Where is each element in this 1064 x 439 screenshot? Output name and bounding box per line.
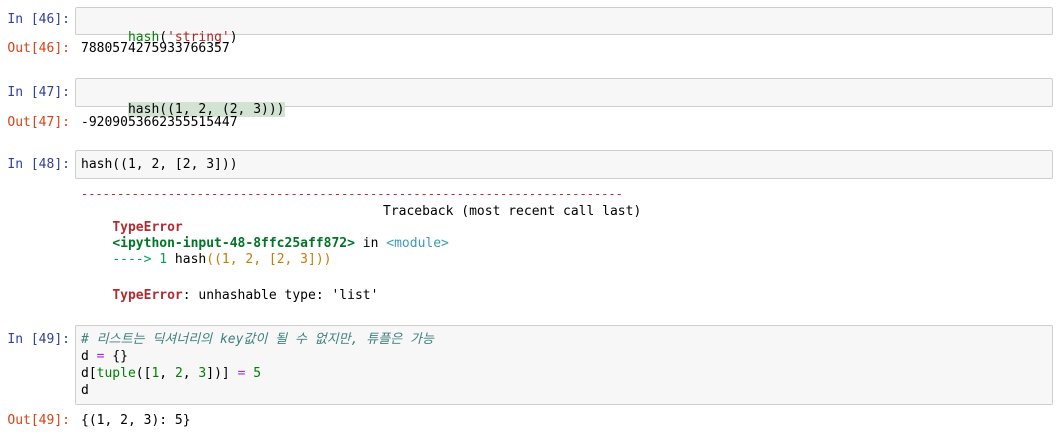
number: 2: [174, 366, 183, 381]
traceback-label: Traceback (most recent call last): [383, 204, 642, 219]
output-text: {(1, 2, 3): 5}: [81, 413, 191, 428]
module-ref: <module>: [386, 236, 449, 251]
number: 1: [151, 366, 160, 381]
code-line: d[tuple([1, 2, 3])] = 5: [81, 366, 262, 381]
error-message: : unhashable type: 'list': [182, 288, 379, 303]
builtin-tuple: tuple: [96, 366, 136, 381]
operator: =: [96, 349, 105, 364]
code-token: ): [229, 30, 238, 45]
output-text: -9209053662355515447: [81, 115, 238, 130]
out-prompt: Out[46]:: [7, 41, 70, 56]
code-input[interactable]: hash((1, 2, [2, 3])): [75, 150, 1053, 179]
error-message-type: TypeError: [112, 288, 183, 303]
arrow-code-args: ((1, 2, [2, 3])): [206, 252, 332, 267]
error-message-line: TypeError: unhashable type: 'list': [81, 272, 378, 320]
code-line: d: [81, 383, 89, 398]
out-prompt: Out[49]:: [7, 413, 70, 428]
code-line: hash((1, 2, [2, 3])): [81, 157, 238, 172]
in-word: in: [354, 236, 387, 251]
arrow-code-fn: hash: [167, 252, 207, 267]
error-rule: ----------------------------------------…: [81, 187, 623, 201]
operator: =: [237, 366, 246, 381]
code-line: d = {}: [81, 349, 128, 364]
error-arrow: ----> 1: [112, 252, 168, 267]
cell-49: In [49]: # 리스트는 딕셔너리의 key값이 될 수 없지만, 튜플은…: [0, 325, 1064, 433]
out-prompt: Out[47]:: [7, 115, 70, 130]
cell-48: In [48]: hash((1, 2, [2, 3])) ----------…: [0, 150, 1064, 303]
number: 3: [198, 366, 207, 381]
in-prompt: In [48]:: [7, 157, 70, 172]
code-comment: # 리스트는 딕셔너리의 key값이 될 수 없지만, 튜플은 가능: [81, 332, 434, 347]
cell-47: In [47]: hash((1, 2, (2, 3))) Out[47]: -…: [0, 78, 1064, 138]
in-prompt: In [49]:: [7, 332, 70, 347]
code-input[interactable]: hash('string'): [75, 7, 1053, 45]
in-prompt: In [47]:: [7, 85, 70, 100]
cell-46: In [46]: hash('string') Out[46]: 7880574…: [0, 7, 1064, 69]
number: 5: [253, 366, 262, 381]
output-text: 7880574275933766357: [81, 41, 230, 56]
in-prompt: In [46]:: [7, 12, 70, 27]
code-input[interactable]: hash((1, 2, (2, 3))): [75, 78, 1053, 117]
code-input[interactable]: # 리스트는 딕셔너리의 key값이 될 수 없지만, 튜플은 가능 d = {…: [75, 325, 1053, 405]
